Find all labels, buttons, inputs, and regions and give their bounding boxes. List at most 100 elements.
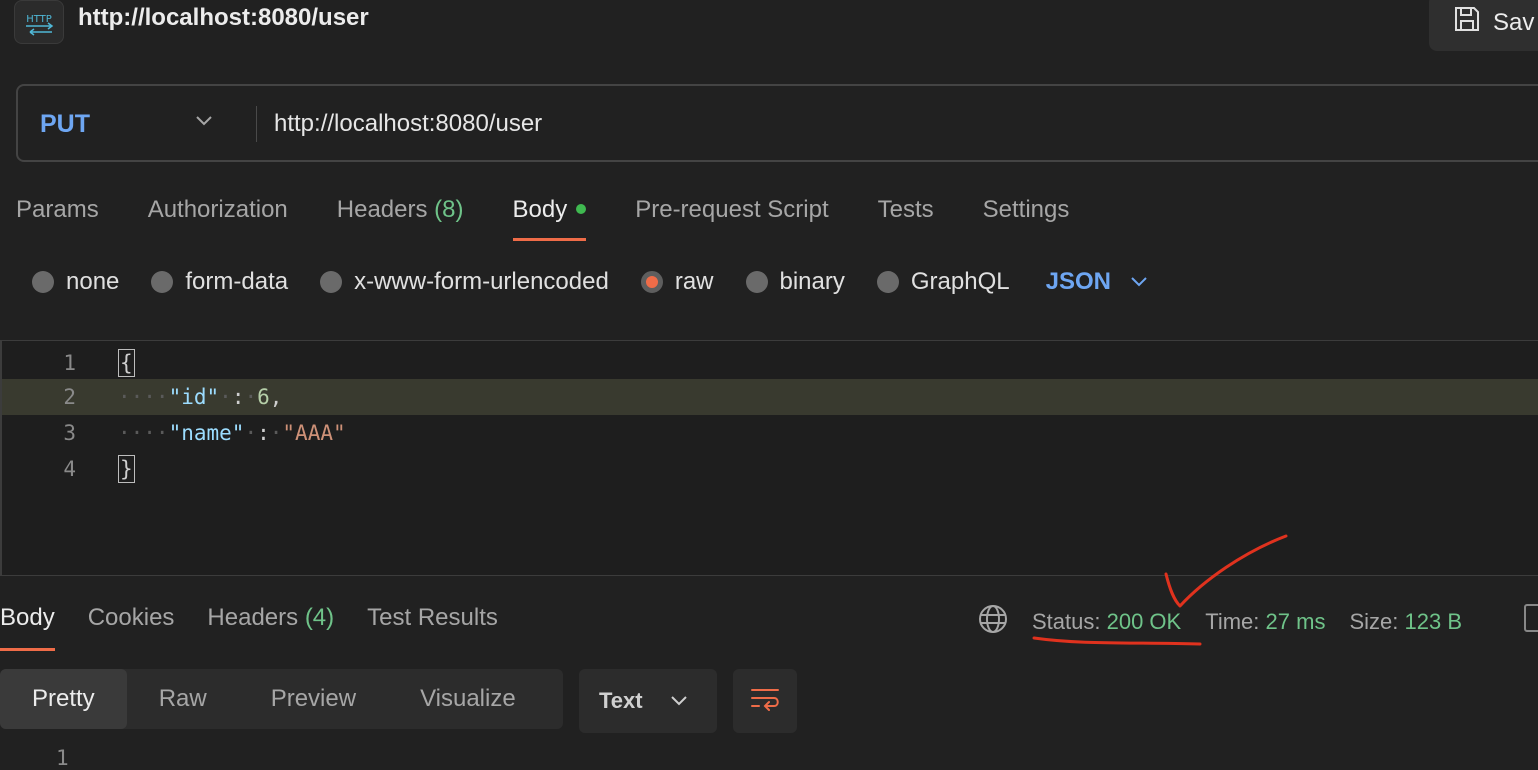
globe-icon[interactable] (978, 604, 1008, 640)
body-format-select[interactable]: JSON (1046, 268, 1111, 296)
body-type-form-data[interactable]: form-data (151, 268, 288, 296)
view-visualize[interactable]: Visualize (388, 669, 548, 729)
close-brace: } (118, 455, 135, 483)
tab-pre-request-script[interactable]: Pre-request Script (635, 196, 828, 224)
response-tabs: Body Cookies Headers (4) Test Results (0, 604, 531, 651)
response-line-number: 1 (56, 746, 69, 770)
code-line: 1 { (2, 345, 1538, 381)
radio-label: x-www-form-urlencoded (354, 268, 609, 295)
tab-label: Authorization (147, 196, 288, 223)
radio-label: form-data (185, 268, 289, 295)
body-editor[interactable]: 1 { 2 ····"id"·:·6, 3 ····"name"·:·"AAA"… (0, 340, 1538, 576)
radio-button[interactable] (32, 271, 54, 293)
code-line: 4 } (2, 451, 1538, 487)
body-type-raw[interactable]: raw (640, 268, 714, 296)
tab-label: Test Results (367, 604, 498, 631)
json-key: "id" (168, 385, 220, 409)
json-comma: , (269, 385, 283, 409)
chevron-down-icon[interactable] (194, 114, 214, 133)
tab-label: Params (16, 196, 99, 223)
tab-label: Headers (207, 604, 299, 631)
response-tab-cookies[interactable]: Cookies (88, 604, 175, 632)
body-type-urlencoded[interactable]: x-www-form-urlencoded (320, 268, 609, 296)
tab-settings[interactable]: Settings (983, 196, 1070, 224)
tab-label: Tests (877, 196, 934, 223)
url-input[interactable]: http://localhost:8080/user (274, 110, 542, 138)
response-tab-headers[interactable]: Headers (4) (207, 604, 334, 632)
checkmark-annotation (1032, 534, 1288, 646)
size-label: Size: (1349, 609, 1399, 634)
radio-label: none (66, 268, 120, 295)
json-colon: : (257, 421, 270, 445)
modified-dot (576, 203, 587, 214)
chevron-down-icon[interactable] (1129, 268, 1149, 296)
radio-label: GraphQL (910, 268, 1010, 295)
wrap-lines-button[interactable] (733, 669, 797, 733)
body-type-options: none form-data x-www-form-urlencoded raw… (32, 268, 1149, 296)
url-divider (256, 106, 257, 142)
line-number: 4 (63, 457, 76, 481)
save-button[interactable]: Sav (1429, 0, 1538, 51)
line-number: 1 (63, 351, 76, 375)
view-pretty[interactable]: Pretty (0, 669, 127, 729)
json-key: "name" (168, 421, 245, 445)
status-value: 200 OK (1106, 609, 1182, 634)
tab-label: Settings (982, 196, 1070, 223)
time-value: 27 ms (1265, 609, 1326, 634)
tab-authorization[interactable]: Authorization (148, 196, 288, 224)
save-response-icon[interactable] (1524, 604, 1538, 632)
tab-label: Body (0, 604, 55, 631)
json-value: "AAA" (282, 421, 346, 445)
size-info[interactable]: Size: 123 B (1349, 609, 1462, 635)
tab-params[interactable]: Params (16, 196, 99, 224)
headers-count: (4) (304, 604, 335, 631)
response-tab-test-results[interactable]: Test Results (367, 604, 498, 632)
headers-count: (8) (434, 196, 464, 223)
body-type-graphql[interactable]: GraphQL (876, 268, 1010, 296)
status-label: Status: (1032, 609, 1101, 634)
request-title[interactable]: http://localhost:8080/user (78, 4, 369, 32)
tab-headers[interactable]: Headers (8) (337, 196, 464, 224)
code-line-active: 2 ····"id"·:·6, (2, 379, 1538, 415)
size-value: 123 B (1404, 609, 1463, 634)
status-info[interactable]: Status: 200 OK (1032, 609, 1181, 635)
http-icon: HTTP (14, 0, 64, 44)
radio-button[interactable] (151, 271, 174, 293)
response-format-select[interactable]: Text (579, 669, 717, 733)
radio-label: raw (674, 268, 714, 295)
tab-body[interactable]: Body (512, 196, 587, 241)
body-type-binary[interactable]: binary (745, 268, 845, 296)
json-value: 6 (257, 385, 270, 409)
view-preview[interactable]: Preview (239, 669, 388, 729)
line-number: 2 (63, 385, 76, 409)
radio-button[interactable] (320, 271, 343, 293)
open-brace: { (118, 349, 135, 377)
request-tabs: Params Authorization Headers (8) Body Pr… (16, 196, 1118, 241)
view-raw[interactable]: Raw (127, 669, 239, 729)
tab-label: Body (512, 196, 568, 223)
method-select[interactable]: PUT (40, 110, 90, 139)
tab-label: Pre-request Script (635, 196, 829, 223)
tab-label: Cookies (87, 604, 175, 631)
save-label: Sav (1493, 8, 1535, 36)
time-label: Time: (1205, 609, 1260, 634)
save-icon (1453, 5, 1481, 40)
view-mode-selector: Pretty Raw Preview Visualize (0, 669, 563, 729)
tab-label: Headers (336, 196, 428, 223)
radio-label: binary (779, 268, 845, 295)
response-tab-body[interactable]: Body (0, 604, 55, 651)
radio-button[interactable] (876, 271, 899, 293)
body-type-none[interactable]: none (32, 268, 119, 296)
chevron-down-icon (669, 688, 689, 714)
response-meta: Status: 200 OK Time: 27 ms Size: 123 B (978, 604, 1486, 640)
radio-button[interactable] (745, 271, 768, 293)
url-bar: PUT http://localhost:8080/user (16, 84, 1538, 162)
line-number: 3 (63, 421, 76, 445)
time-info[interactable]: Time: 27 ms (1205, 609, 1325, 635)
tab-tests[interactable]: Tests (878, 196, 934, 224)
json-colon: : (231, 385, 245, 409)
radio-button-selected[interactable] (640, 271, 663, 293)
code-line: 3 ····"name"·:·"AAA" (2, 415, 1538, 451)
wrap-icon (749, 685, 781, 718)
format-label: Text (599, 688, 643, 713)
